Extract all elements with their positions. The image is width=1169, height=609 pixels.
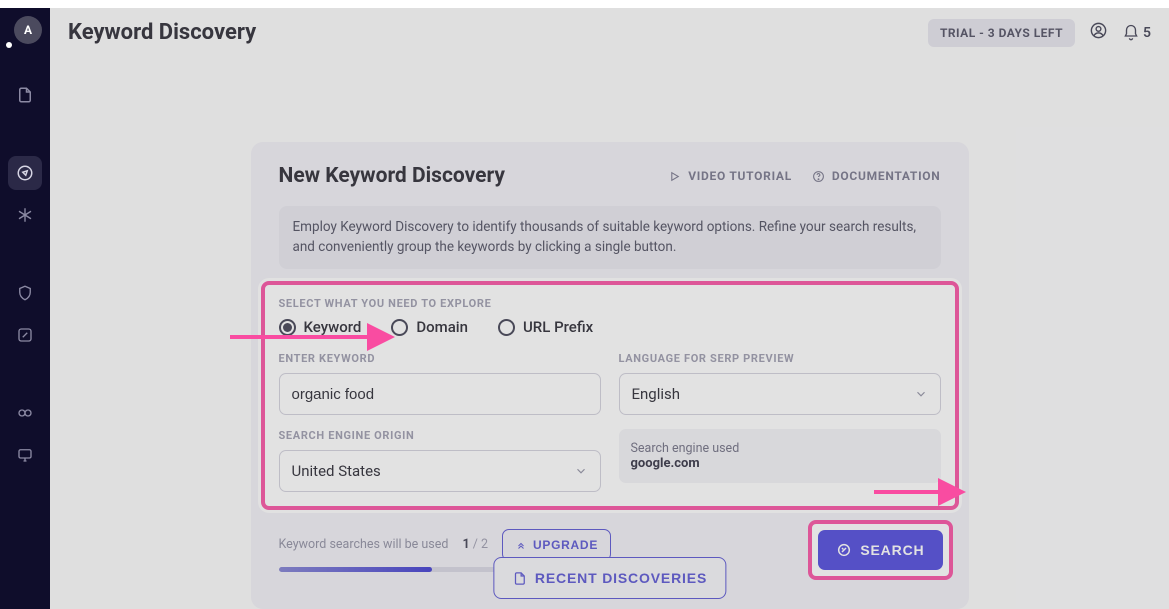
search-engine-used: Search engine used google.com (619, 429, 941, 483)
engine-used-value: google.com (631, 456, 929, 471)
upgrade-label: UPGRADE (533, 538, 598, 552)
card-title: New Keyword Discovery (279, 164, 505, 188)
recent-discoveries-button[interactable]: RECENT DISCOVERIES (493, 557, 726, 599)
engine-used-label: Search engine used (631, 441, 929, 456)
play-icon (668, 170, 681, 183)
origin-select[interactable]: United States (279, 450, 601, 492)
nav-item-documents[interactable] (8, 78, 42, 112)
radio-url-prefix[interactable]: URL Prefix (498, 318, 593, 336)
notifications[interactable]: 5 (1122, 24, 1151, 42)
language-select[interactable]: English (619, 373, 941, 415)
nav-item-link[interactable] (8, 396, 42, 430)
explore-label: SELECT WHAT YOU NEED TO EXPLORE (279, 297, 941, 310)
keyword-input[interactable] (279, 373, 601, 415)
video-tutorial-label: VIDEO TUTORIAL (688, 169, 792, 183)
usage-count: 1 / 2 (462, 537, 488, 552)
edit-icon (16, 326, 34, 344)
origin-value: United States (292, 462, 381, 480)
language-value: English (632, 385, 681, 403)
page-title: Keyword Discovery (68, 20, 256, 45)
nav-item-shield[interactable] (8, 276, 42, 310)
help-icon (812, 170, 825, 183)
usage-total: 2 (481, 537, 488, 552)
documentation-label: DOCUMENTATION (832, 169, 941, 183)
logo-text: A (24, 23, 32, 37)
nav-item-monitor[interactable] (8, 438, 42, 472)
monitor-icon (16, 446, 34, 464)
double-chevron-up-icon (515, 539, 527, 551)
search-label: SEARCH (860, 542, 924, 558)
radio-icon-selected (279, 319, 296, 336)
chevron-down-icon (914, 387, 928, 401)
radio-domain[interactable]: Domain (391, 318, 468, 336)
upgrade-button[interactable]: UPGRADE (502, 529, 611, 561)
topbar: Keyword Discovery TRIAL - 3 DAYS LEFT 5 (50, 8, 1169, 58)
document-icon (512, 571, 527, 586)
radio-domain-label: Domain (416, 318, 468, 336)
radio-icon (498, 319, 515, 336)
documentation-link[interactable]: DOCUMENTATION (812, 169, 941, 183)
shield-icon (16, 284, 34, 302)
main-area: Keyword Discovery TRIAL - 3 DAYS LEFT 5 … (50, 8, 1169, 609)
compass-icon (16, 164, 34, 182)
usage-progress (279, 567, 511, 572)
radio-keyword-label: Keyword (304, 318, 362, 336)
target-icon (836, 542, 852, 558)
search-highlight: SEARCH (808, 520, 952, 580)
search-button[interactable]: SEARCH (818, 530, 942, 570)
radio-icon (391, 319, 408, 336)
origin-label: SEARCH ENGINE ORIGIN (279, 429, 601, 442)
account-icon[interactable] (1089, 21, 1108, 44)
intro-text: Employ Keyword Discovery to identify tho… (279, 206, 941, 269)
notif-count: 5 (1143, 25, 1151, 41)
content: New Keyword Discovery VIDEO TUTORIAL DOC… (50, 58, 1169, 609)
link-icon (16, 404, 34, 422)
sidebar: A (0, 8, 50, 609)
discovery-form: SELECT WHAT YOU NEED TO EXPLORE Keyword … (261, 281, 959, 510)
recent-label: RECENT DISCOVERIES (535, 570, 707, 586)
new-discovery-card: New Keyword Discovery VIDEO TUTORIAL DOC… (251, 142, 969, 609)
nav-item-snowflake[interactable] (8, 198, 42, 232)
explore-radio-group: Keyword Domain URL Prefix (279, 318, 941, 336)
nav-item-keyword-discovery[interactable] (8, 156, 42, 190)
enter-keyword-label: ENTER KEYWORD (279, 352, 601, 365)
app-logo[interactable]: A (14, 16, 42, 44)
radio-keyword[interactable]: Keyword (279, 318, 362, 336)
trial-badge[interactable]: TRIAL - 3 DAYS LEFT (928, 19, 1075, 47)
usage-used: 1 (462, 537, 469, 552)
video-tutorial-link[interactable]: VIDEO TUTORIAL (668, 169, 792, 183)
snowflake-icon (16, 206, 34, 224)
usage-label: Keyword searches will be used (279, 537, 449, 552)
bell-icon (1122, 24, 1140, 42)
radio-url-prefix-label: URL Prefix (523, 318, 593, 336)
chevron-down-icon (574, 464, 588, 478)
nav-item-edit[interactable] (8, 318, 42, 352)
language-label: LANGUAGE FOR SERP PREVIEW (619, 352, 941, 365)
document-icon (16, 86, 34, 104)
